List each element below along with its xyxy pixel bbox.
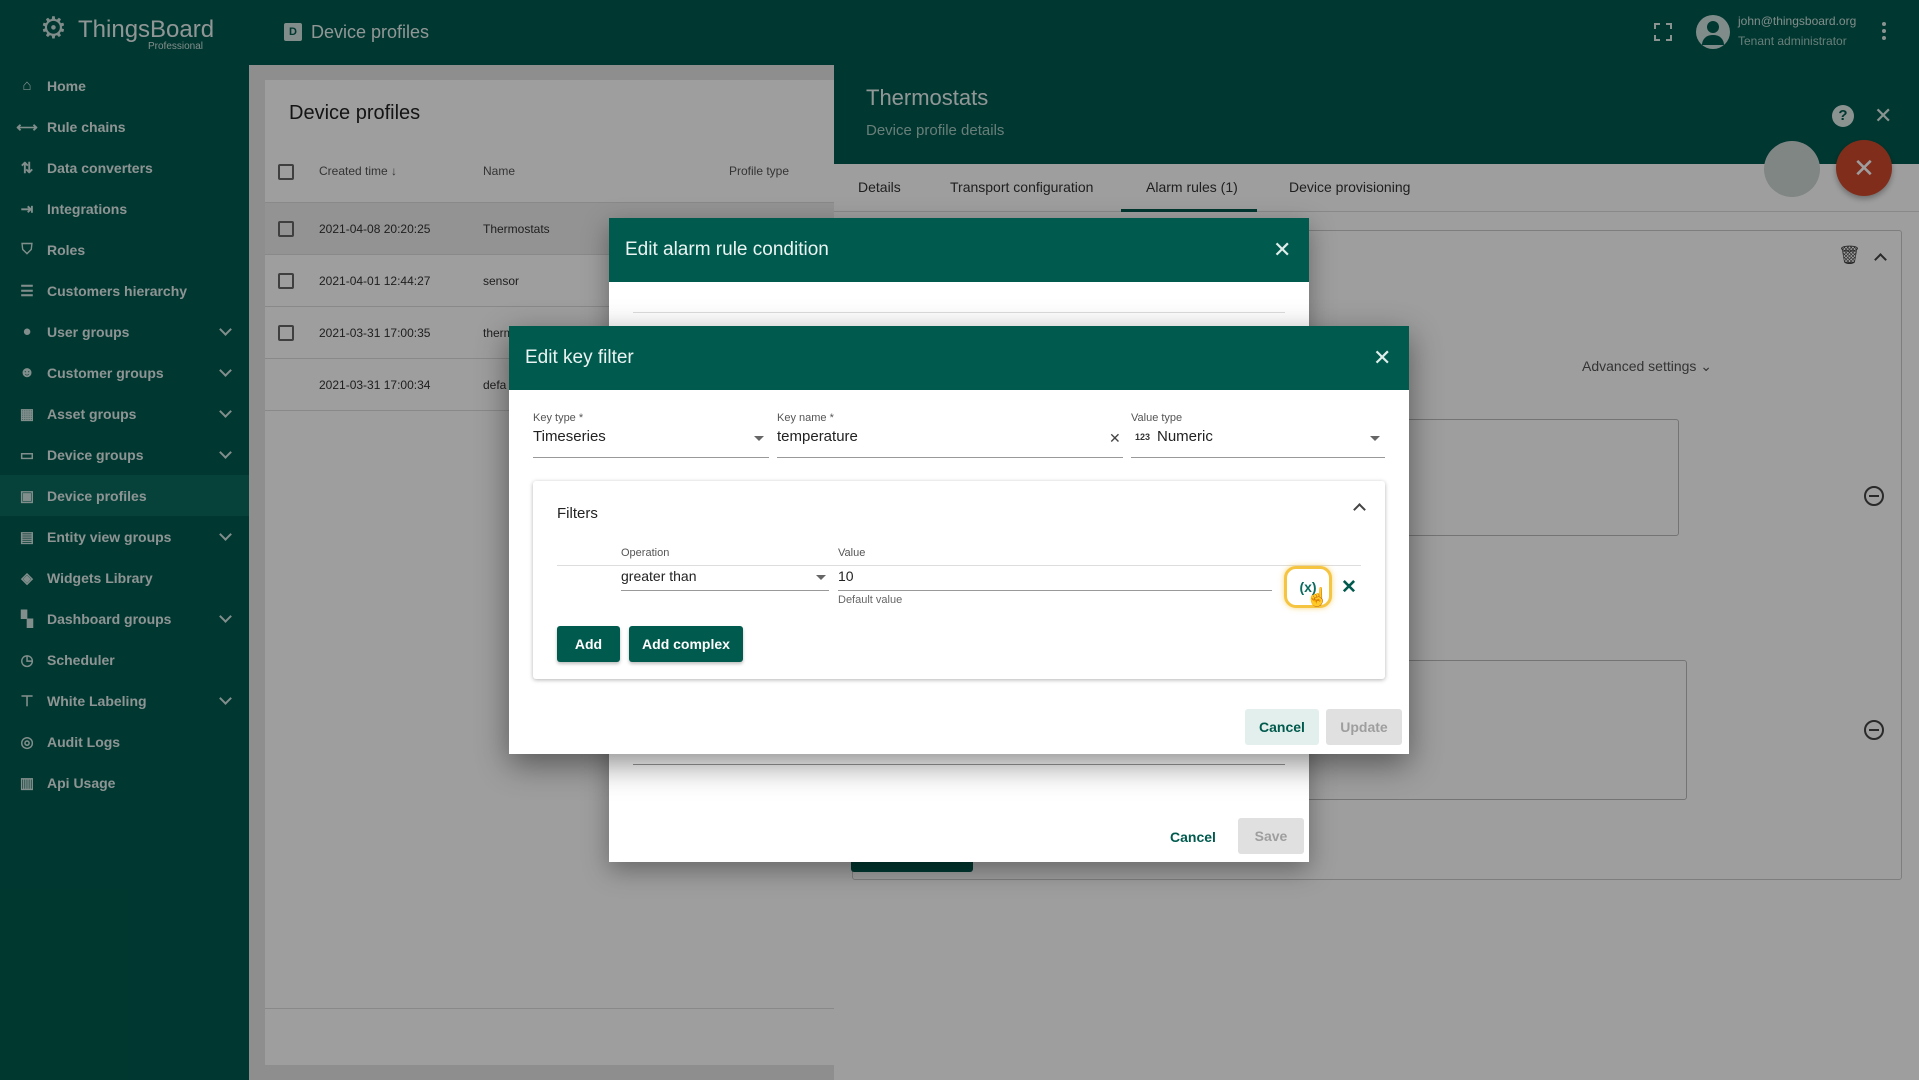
value-label: Value [838,547,866,559]
value-hint: Default value [838,594,903,606]
dialog-title: Edit alarm rule condition [625,239,829,260]
value-type-label: Value type [1131,412,1183,424]
field-underline [533,457,769,458]
key-name-label: Key name * [777,412,834,424]
clear-icon[interactable]: ✕ [1109,430,1121,447]
edit-key-filter-dialog: Edit key filter ✕ Key type * Timeseries … [509,326,1409,754]
dropdown-arrow-icon [754,436,764,441]
add-button[interactable]: Add [557,626,620,662]
key-name-value: temperature [777,428,858,445]
cancel-button[interactable]: Cancel [1245,709,1319,745]
chevron-up-icon[interactable] [1353,501,1365,513]
dropdown-arrow-icon [816,575,826,580]
field-underline [1131,457,1385,458]
dialog-header: Edit key filter ✕ [509,326,1409,390]
save-button[interactable]: Save [1238,818,1304,854]
filters-panel: Filters Operation greater than Value 10 … [533,481,1385,679]
add-complex-button[interactable]: Add complex [629,626,743,662]
cursor-pointer-icon: ☝ [1306,587,1329,607]
cancel-button[interactable]: Cancel [1170,829,1216,845]
filters-title: Filters [557,505,598,522]
close-icon[interactable]: ✕ [1273,239,1291,261]
field-underline [633,764,1285,765]
field-underline [838,590,1272,591]
dialog-title: Edit key filter [525,347,634,368]
update-button[interactable]: Update [1326,709,1402,745]
divider [633,312,1285,313]
value-type-value: Numeric [1157,428,1213,445]
value-type-select[interactable]: Value type 123 Numeric [1131,412,1385,458]
key-type-label: Key type * [533,412,584,424]
dialog-header: Edit alarm rule condition ✕ [609,218,1309,282]
close-icon[interactable]: ✕ [1373,347,1391,369]
remove-filter-icon[interactable]: ✕ [1341,576,1357,599]
operation-value: greater than [621,568,697,584]
numeric-icon: 123 [1135,432,1151,442]
key-type-value: Timeseries [533,428,606,445]
field-underline [621,590,829,591]
operation-label: Operation [621,547,670,559]
key-type-select[interactable]: Key type * Timeseries [533,412,769,458]
value-input[interactable]: 10 [838,568,854,584]
value-field[interactable]: Value 10 Default value [838,547,1272,607]
field-underline [777,457,1123,458]
key-name-field[interactable]: Key name * temperature ✕ [777,412,1123,458]
dropdown-arrow-icon [1370,436,1380,441]
operation-select[interactable]: Operation greater than [621,547,829,599]
